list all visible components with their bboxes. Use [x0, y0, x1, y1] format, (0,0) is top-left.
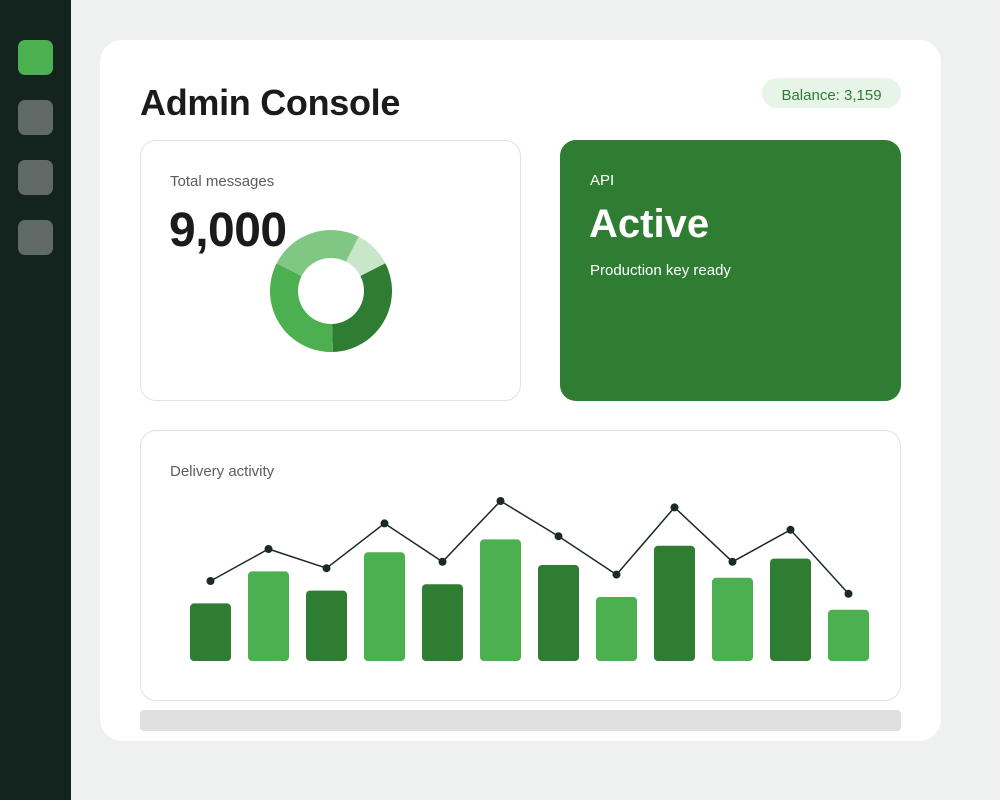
- api-subtitle: Production key ready: [590, 262, 731, 279]
- activity-point-11: [786, 525, 795, 534]
- total-messages-card: Total messages 9,000: [140, 140, 521, 401]
- api-status-card: API Active Production key ready: [560, 140, 901, 401]
- activity-point-3: [322, 564, 331, 573]
- delivery-activity-card: Delivery activity: [140, 430, 901, 701]
- activity-point-1: [206, 577, 215, 585]
- activity-bar-8: [596, 597, 637, 661]
- api-label: API: [590, 172, 615, 189]
- nav-item-2[interactable]: [18, 100, 53, 135]
- activity-point-9: [670, 503, 679, 512]
- activity-bar-6: [480, 539, 521, 661]
- activity-point-10: [728, 557, 737, 566]
- activity-point-5: [438, 557, 447, 566]
- total-messages-label: Total messages: [170, 173, 275, 190]
- donut-slice-2: [332, 263, 392, 352]
- nav-item-3[interactable]: [18, 160, 53, 195]
- activity-bar-2: [248, 571, 289, 661]
- activity-bar-10: [712, 577, 753, 661]
- api-status-value: Active: [589, 202, 710, 246]
- activity-bar-3: [306, 590, 347, 661]
- nav-item-4[interactable]: [18, 220, 53, 255]
- activity-bar-5: [422, 584, 463, 661]
- delivery-activity-chart: [190, 497, 869, 661]
- activity-point-7: [554, 532, 563, 541]
- footer-bar: [140, 710, 901, 731]
- donut-slice-3: [270, 263, 333, 352]
- activity-bar-1: [190, 603, 231, 661]
- activity-bar-12: [828, 609, 869, 661]
- activity-point-12: [844, 589, 853, 598]
- sidebar: [0, 0, 71, 800]
- page-title: Admin Console: [140, 82, 401, 123]
- activity-point-4: [380, 519, 389, 528]
- activity-point-6: [496, 497, 505, 505]
- balance-badge: Balance: 3,159: [762, 78, 901, 108]
- total-messages-value: 9,000: [169, 204, 287, 257]
- main-card: Admin Console Balance: 3,159 Total messa…: [100, 40, 941, 741]
- activity-bar-11: [770, 558, 811, 661]
- activity-bar-4: [364, 552, 405, 661]
- donut-slice-4: [276, 230, 359, 277]
- activity-trend-line: [210, 500, 850, 595]
- messages-donut-chart: [270, 230, 392, 352]
- activity-bar-9: [654, 545, 695, 661]
- activity-bar-7: [538, 565, 579, 661]
- nav-item-1[interactable]: [18, 40, 53, 75]
- activity-point-8: [612, 570, 621, 579]
- activity-point-2: [264, 545, 273, 553]
